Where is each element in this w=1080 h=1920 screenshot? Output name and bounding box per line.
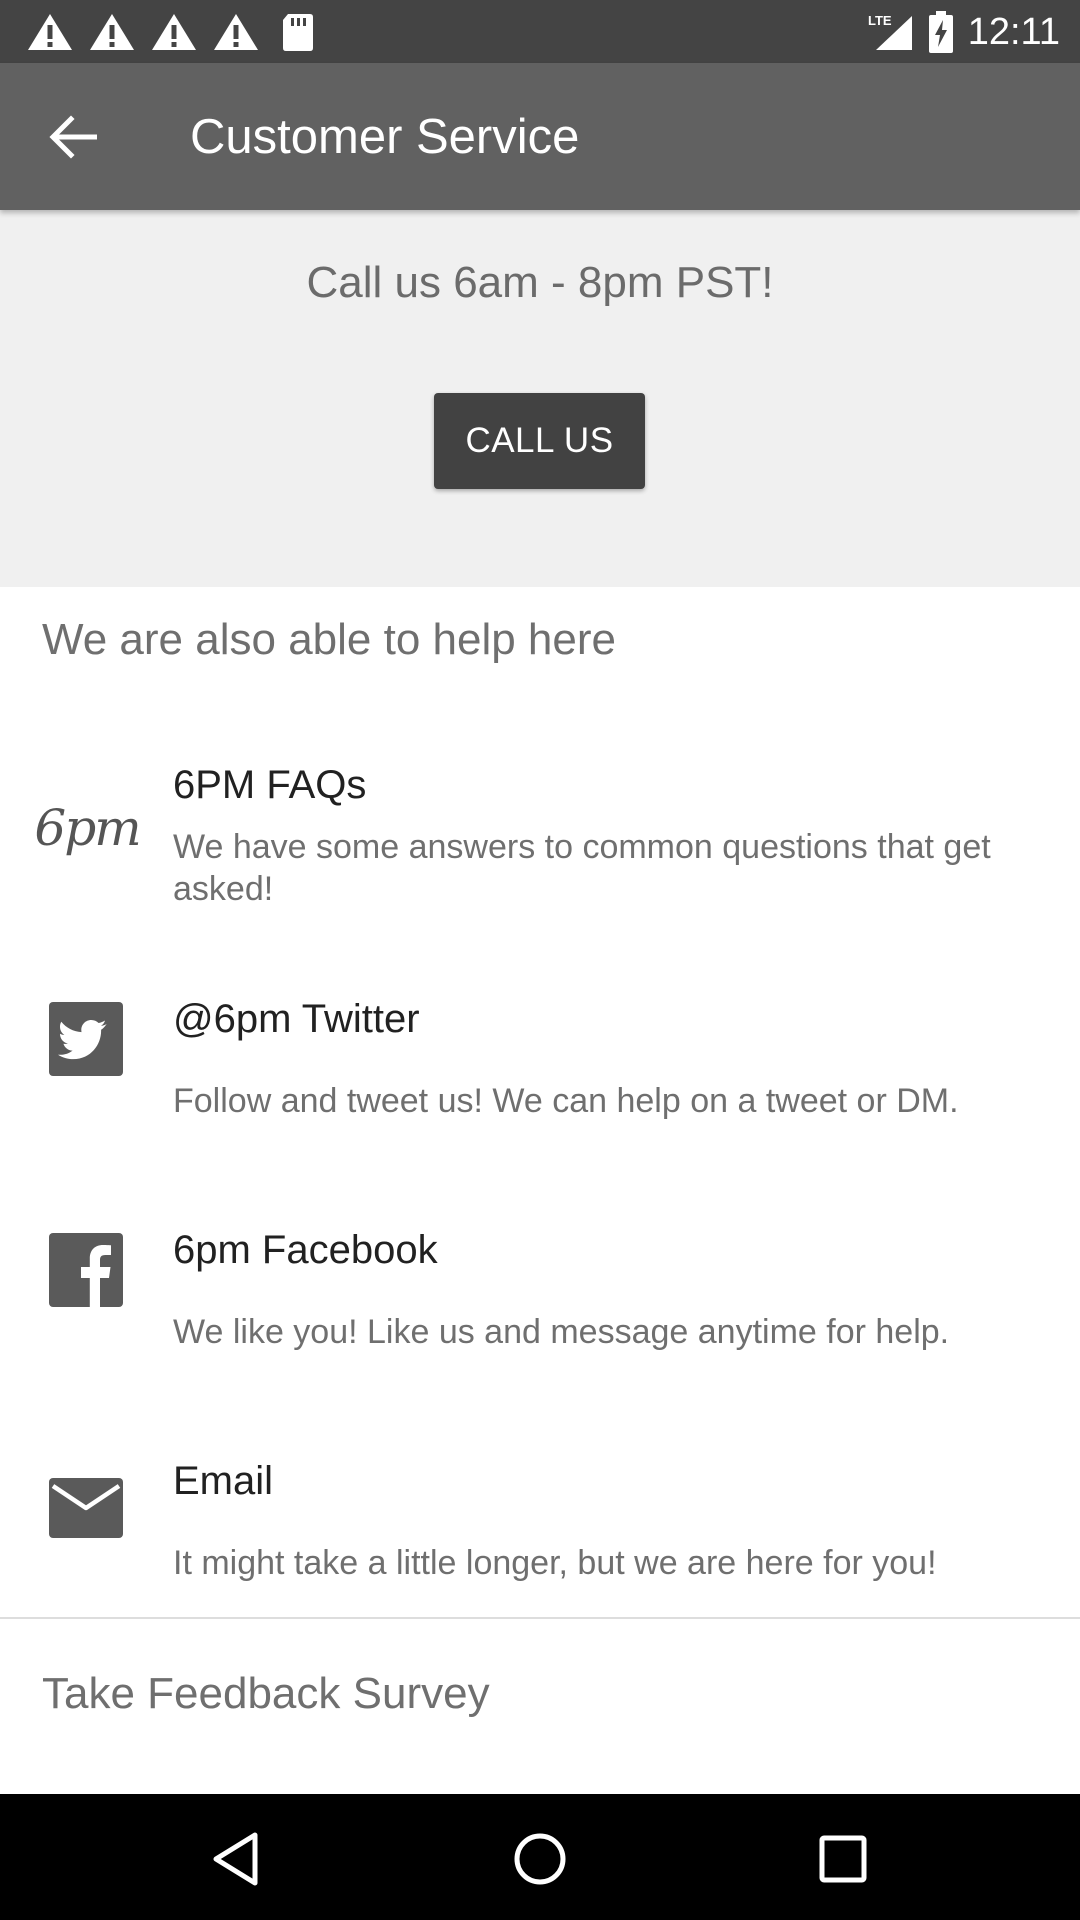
system-status: LTE 12:11 [868,6,1060,58]
warning-icon [152,14,196,50]
help-item-faqs[interactable]: 6pm 6PM FAQs We have some answers to com… [0,740,1080,960]
nav-back-button[interactable] [196,1824,276,1894]
facebook-icon [48,1232,124,1308]
battery-charging-icon [928,11,953,53]
clock: 12:11 [967,10,1060,53]
app-bar: Customer Service [0,63,1080,210]
divider [0,1617,1080,1619]
call-hours-text: Call us 6am - 8pm PST! [306,258,774,307]
6pm-logo-icon: 6pm [34,790,141,866]
help-item-title: @6pm Twitter [173,997,420,1041]
page-title: Customer Service [190,110,580,164]
back-button[interactable] [30,97,116,177]
help-item-title: 6pm Facebook [173,1228,438,1272]
help-section-title: We are also able to help here [42,615,616,664]
warning-icon [28,14,72,50]
recents-square-icon [819,1835,867,1883]
call-panel: Call us 6am - 8pm PST! CALL US [0,210,1080,587]
status-bar: LTE 12:11 [0,0,1080,63]
help-item-email[interactable]: Email It might take a little longer, but… [0,1440,1080,1610]
sd-card-icon [283,14,313,51]
home-circle-icon [514,1833,566,1885]
help-item-description: It might take a little longer, but we ar… [173,1544,937,1582]
help-item-title: Email [173,1459,274,1503]
network-type-label: LTE [868,13,892,28]
6pm-logo-text: 6pm [34,799,141,857]
nav-home-button[interactable] [500,1824,580,1894]
help-item-twitter[interactable]: @6pm Twitter Follow and tweet us! We can… [0,978,1080,1198]
signal-icon: LTE [868,13,912,50]
back-triangle-icon [213,1832,258,1886]
call-us-button[interactable]: CALL US [434,393,645,489]
help-item-description: Follow and tweet us! We can help on a tw… [173,1082,959,1120]
twitter-icon [48,1001,124,1077]
system-nav-bar [0,1794,1080,1920]
nav-recents-button[interactable] [803,1824,883,1894]
warning-icon [90,14,134,50]
notification-icons [26,12,322,52]
help-item-facebook[interactable]: 6pm Facebook We like you! Like us and me… [0,1209,1080,1429]
feedback-survey-link[interactable]: Take Feedback Survey [42,1666,490,1722]
arrow-back-icon [49,115,97,159]
help-item-title: 6PM FAQs [173,763,367,807]
help-item-description: We have some answers to common questions… [173,828,991,908]
help-item-description: We like you! Like us and message anytime… [173,1313,950,1351]
email-icon [48,1470,124,1546]
warning-icon [214,14,258,50]
